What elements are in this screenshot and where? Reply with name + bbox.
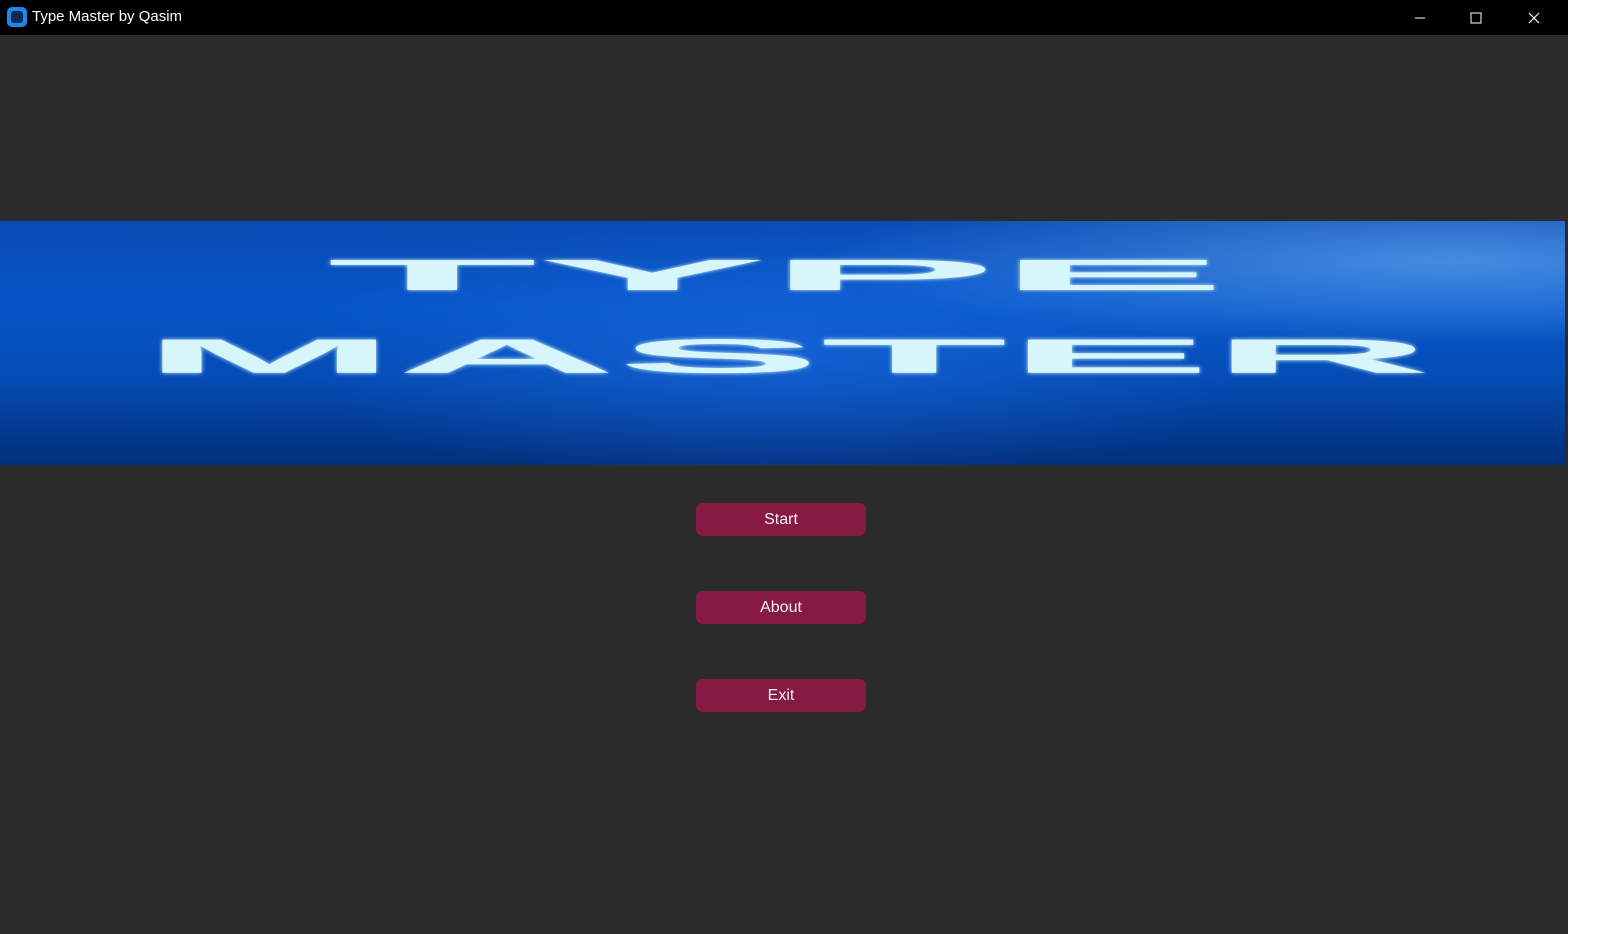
title-bar[interactable]: Type Master by Qasim bbox=[0, 0, 1568, 35]
title-banner: TYPE MASTER bbox=[0, 221, 1565, 465]
minimize-button[interactable] bbox=[1392, 0, 1448, 35]
maximize-button[interactable] bbox=[1448, 0, 1504, 35]
close-button[interactable] bbox=[1506, 0, 1562, 35]
banner-line-type: TYPE bbox=[327, 251, 1227, 300]
banner-line-master: MASTER bbox=[142, 330, 1432, 383]
window-title: Type Master by Qasim bbox=[32, 8, 183, 25]
start-button[interactable]: Start bbox=[696, 503, 866, 536]
exit-button[interactable]: Exit bbox=[696, 679, 866, 712]
maximize-icon bbox=[1470, 12, 1482, 23]
banner-logo: TYPE MASTER bbox=[142, 251, 1432, 384]
app-icon bbox=[7, 7, 27, 27]
about-button[interactable]: About bbox=[696, 591, 866, 624]
desktop-edge bbox=[1568, 0, 1603, 934]
app-window: Type Master by Qasim TYPE MASTER Start A… bbox=[0, 0, 1568, 934]
close-icon bbox=[1528, 12, 1540, 23]
minimize-icon bbox=[1415, 17, 1425, 18]
